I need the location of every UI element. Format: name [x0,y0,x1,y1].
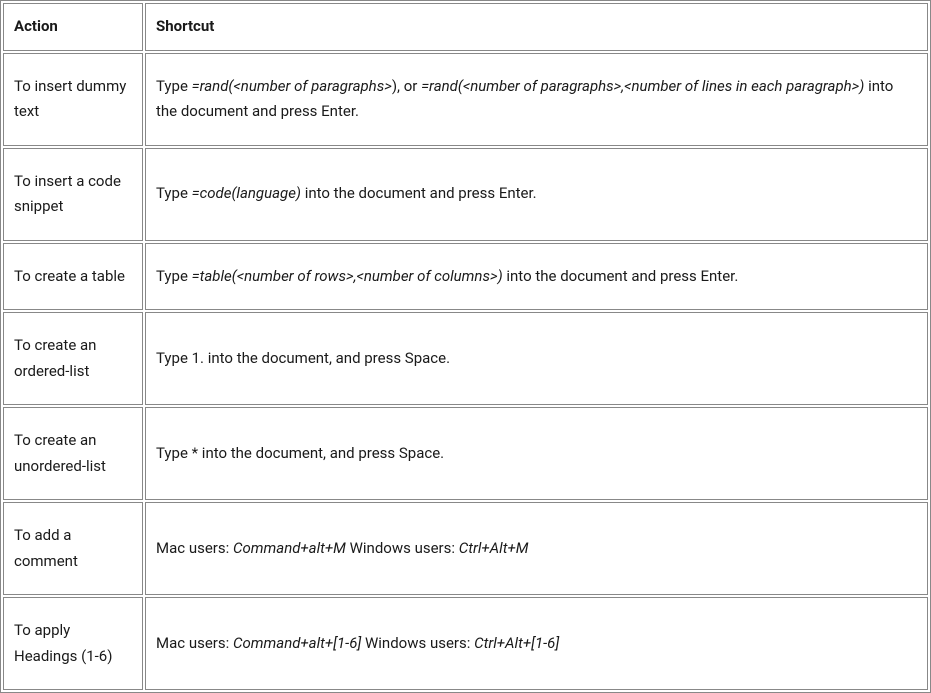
shortcut-table: Action Shortcut To insert dummy textType… [0,0,931,693]
table-row: To add a commentMac users: Command+alt+M… [3,502,928,595]
cell-action: To create an ordered-list [3,312,143,405]
cell-shortcut: Type =code(language) into the document a… [145,148,928,241]
table-row: To create a tableType =table(<number of … [3,243,928,311]
shortcut-part: Type * into the document, and press Spac… [156,444,444,462]
shortcut-part: =rand(<number of paragraphs> [192,77,392,95]
table-header-row: Action Shortcut [3,3,928,51]
shortcut-part: Type [156,77,192,95]
table-row: To insert dummy textType =rand(<number o… [3,53,928,146]
cell-shortcut: Type * into the document, and press Spac… [145,407,928,500]
shortcut-part: Windows users: [346,539,459,557]
shortcut-part: Mac users: [156,539,233,557]
cell-shortcut: Type 1. into the document, and press Spa… [145,312,928,405]
cell-shortcut: Type =table(<number of rows>,<number of … [145,243,928,311]
shortcut-part: Ctrl+Alt+[1-6] [474,634,559,652]
table-row: To insert a code snippetType =code(langu… [3,148,928,241]
table-row: To create an ordered-list Type 1. into th… [3,312,928,405]
shortcut-part: Type [156,184,192,202]
shortcut-part: =table(<number of rows>,<number of colum… [192,267,503,285]
shortcut-part: Type 1. into the document, and press Spa… [156,349,450,367]
shortcut-part: Command+alt+[1-6] [233,634,361,652]
cell-action: To insert a code snippet [3,148,143,241]
shortcut-part: Ctrl+Alt+M [459,539,529,557]
shortcut-part: into the document and press Enter. [301,184,537,202]
cell-action: To insert dummy text [3,53,143,146]
cell-action: To create a table [3,243,143,311]
cell-shortcut: Mac users: Command+alt+[1-6] Windows use… [145,597,928,690]
cell-shortcut: Mac users: Command+alt+M Windows users: … [145,502,928,595]
shortcut-part: into the document and press Enter. [503,267,739,285]
table-body: To insert dummy textType =rand(<number o… [3,53,928,691]
cell-action: To add a comment [3,502,143,595]
shortcut-part: Windows users: [361,634,474,652]
cell-shortcut: Type =rand(<number of paragraphs>), or =… [145,53,928,146]
header-action: Action [3,3,143,51]
table-row: To apply Headings (1-6)Mac users: Comman… [3,597,928,690]
cell-action: To create an unordered-list [3,407,143,500]
shortcut-part: =code(language) [192,184,301,202]
table-row: To create an unordered-list Type * into t… [3,407,928,500]
cell-action: To apply Headings (1-6) [3,597,143,690]
header-shortcut: Shortcut [145,3,928,51]
shortcut-part: ), or [392,77,421,95]
shortcut-part: =rand(<number of paragraphs>,<number of … [421,77,864,95]
shortcut-part: Mac users: [156,634,233,652]
shortcut-part: Command+alt+M [233,539,346,557]
shortcut-part: Type [156,267,192,285]
